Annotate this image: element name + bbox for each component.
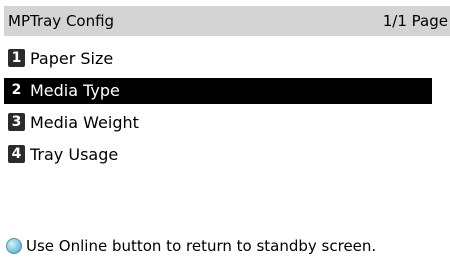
menu-list: 1 Paper Size 2 Media Type 3 Media Weight…: [4, 46, 432, 174]
page-indicator: 1/1 Page: [382, 12, 448, 30]
menu-item-label: Paper Size: [30, 49, 114, 68]
menu-item-label: Tray Usage: [30, 145, 119, 164]
hint-text: Use Online button to return to standby s…: [26, 237, 377, 255]
number-2-icon: 2: [8, 81, 25, 99]
menu-item-label: Media Type: [30, 81, 120, 100]
number-3-icon: 3: [8, 113, 25, 131]
menu-item-tray-usage[interactable]: 4 Tray Usage: [4, 142, 432, 168]
number-4-icon: 4: [8, 145, 25, 163]
title-bar: MPTray Config 1/1 Page: [4, 6, 450, 36]
menu-item-media-type[interactable]: 2 Media Type: [4, 78, 432, 104]
menu-item-media-weight[interactable]: 3 Media Weight: [4, 110, 432, 136]
online-button-icon: [6, 238, 22, 254]
menu-item-paper-size[interactable]: 1 Paper Size: [4, 46, 432, 72]
menu-item-label: Media Weight: [30, 113, 139, 132]
page-title: MPTray Config: [8, 12, 115, 30]
number-1-icon: 1: [8, 49, 25, 67]
printer-lcd-screen: MPTray Config 1/1 Page 1 Paper Size 2 Me…: [0, 0, 450, 260]
status-hint: Use Online button to return to standby s…: [4, 236, 450, 258]
